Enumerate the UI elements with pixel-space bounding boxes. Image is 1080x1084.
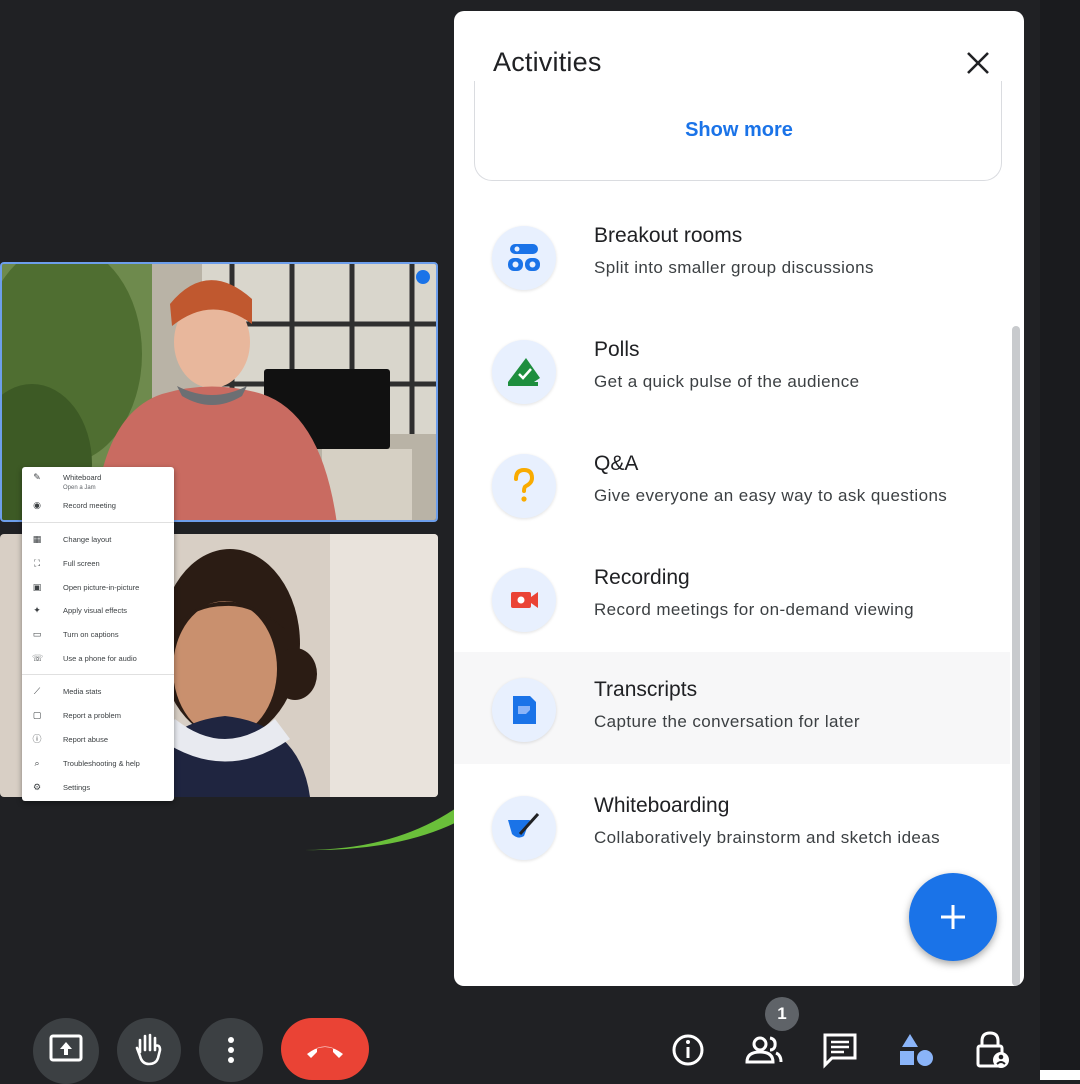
fullscreen-icon: ⛶ [33, 558, 41, 568]
panel-title: Activities [493, 47, 602, 77]
menu-item-report-abuse[interactable]: ⓘ Report abuse [22, 729, 174, 751]
menu-item-captions[interactable]: ▭ Turn on captions [22, 624, 174, 646]
panel-scrollbar[interactable] [1012, 326, 1020, 986]
speaking-indicator-icon [416, 270, 430, 284]
menu-item-label: Troubleshooting & help [63, 759, 140, 768]
menu-item-label: Report a problem [63, 711, 121, 720]
show-more-button[interactable]: Show more [475, 119, 1003, 142]
close-icon [967, 52, 989, 74]
activity-title: Transcripts [594, 678, 698, 701]
activity-recording[interactable]: Recording Record meetings for on-demand … [454, 550, 1010, 662]
gear-icon: ⚙ [32, 782, 42, 792]
activity-description: Give everyone an easy way to ask questio… [594, 486, 948, 505]
menu-item-label: Change layout [63, 535, 112, 544]
layout-icon: ▦ [32, 534, 42, 544]
activity-description: Get a quick pulse of the audience [594, 372, 860, 391]
activity-title: Recording [594, 566, 690, 589]
menu-item-label: Record meeting [63, 501, 116, 510]
transcript-icon [492, 678, 556, 742]
phone-icon: ☏ [32, 653, 44, 663]
whiteboard-icon [492, 796, 556, 860]
activity-title: Whiteboarding [594, 794, 730, 817]
recording-icon [492, 568, 556, 632]
close-button[interactable] [960, 45, 996, 81]
menu-item-visual-effects[interactable]: ✦ Apply visual effects [22, 600, 174, 622]
activity-breakout-rooms[interactable]: Breakout rooms Split into smaller group … [454, 208, 1010, 320]
people-button[interactable] [743, 1030, 785, 1070]
record-icon: ◉ [33, 500, 41, 510]
activity-title: Polls [594, 338, 640, 361]
help-icon: ⌕ [34, 758, 40, 768]
present-screen-icon [49, 1034, 83, 1062]
present-screen-button[interactable] [33, 1018, 99, 1084]
menu-item-label: Open picture-in-picture [63, 583, 140, 592]
more-options-button[interactable] [199, 1018, 263, 1082]
report-icon: ▢ [32, 710, 42, 720]
activity-title: Q&A [594, 452, 639, 475]
menu-item-label: Use a phone for audio [63, 654, 137, 663]
captions-icon: ▭ [32, 629, 42, 639]
plus-icon [941, 905, 965, 929]
alert-icon: ⓘ [32, 734, 42, 744]
menu-item-phone-audio[interactable]: ☏ Use a phone for audio [22, 648, 174, 670]
menu-item-label: Turn on captions [63, 630, 119, 639]
menu-item-label: Apply visual effects [63, 606, 128, 615]
show-more-card: Show more [474, 81, 1002, 181]
menu-item-record-meeting[interactable]: ◉ Record meeting [22, 495, 174, 517]
activity-qa[interactable]: Q&A Give everyone an easy way to ask que… [454, 436, 1010, 548]
activities-button[interactable] [896, 1030, 936, 1070]
chat-icon [823, 1033, 857, 1069]
activity-polls[interactable]: Polls Get a quick pulse of the audience [454, 322, 1010, 434]
menu-item-sublabel: Open a Jam [63, 485, 96, 491]
lock-person-icon [976, 1031, 1009, 1068]
menu-divider [22, 674, 174, 675]
chart-icon: ⟋ [33, 686, 41, 696]
meeting-details-button[interactable] [668, 1030, 708, 1070]
add-activity-button[interactable] [909, 873, 997, 961]
menu-item-troubleshooting[interactable]: ⌕ Troubleshooting & help [22, 753, 174, 775]
host-controls-button[interactable] [972, 1030, 1012, 1070]
hang-up-icon [307, 1046, 343, 1058]
menu-item-change-layout[interactable]: ▦ Change layout [22, 529, 174, 551]
menu-item-label: Whiteboard [63, 473, 102, 482]
menu-item-settings[interactable]: ⚙ Settings [22, 777, 174, 799]
sparkle-icon: ✦ [33, 605, 41, 615]
menu-item-label: Media stats [63, 687, 102, 696]
activity-description: Collaboratively brainstorm and sketch id… [594, 828, 941, 847]
people-icon [745, 1036, 783, 1064]
activity-whiteboarding[interactable]: Whiteboarding Collaboratively brainstorm… [454, 778, 1010, 890]
menu-item-report-problem[interactable]: ▢ Report a problem [22, 705, 174, 727]
people-count-badge: 1 [765, 997, 799, 1031]
menu-item-label: Settings [63, 783, 91, 792]
activities-shapes-icon [900, 1034, 933, 1066]
activity-description: Capture the conversation for later [594, 712, 860, 731]
activity-title: Breakout rooms [594, 224, 743, 247]
pencil-icon: ✎ [33, 472, 41, 482]
activity-description: Split into smaller group discussions [594, 258, 874, 277]
menu-item-picture-in-picture[interactable]: ▣ Open picture-in-picture [22, 577, 174, 599]
menu-item-label: Full screen [63, 559, 100, 568]
info-icon [672, 1034, 704, 1066]
breakout-icon [492, 226, 556, 290]
activities-panel: Activities Show more Breakout rooms Spli… [454, 11, 1024, 986]
pip-icon: ▣ [32, 582, 42, 592]
window-edge [1040, 0, 1080, 1080]
menu-item-label: Report abuse [63, 735, 109, 744]
more-options-menu: ✎ Whiteboard Open a Jam ◉ Record meeting… [22, 467, 174, 801]
chat-button[interactable] [820, 1030, 860, 1070]
menu-divider [22, 522, 174, 523]
question-icon [492, 454, 556, 518]
raise-hand-icon [135, 1033, 162, 1066]
activity-description: Record meetings for on-demand viewing [594, 600, 915, 619]
raise-hand-button[interactable] [117, 1018, 181, 1082]
poll-icon [492, 340, 556, 404]
more-vert-icon [228, 1037, 234, 1063]
leave-call-button[interactable] [281, 1018, 369, 1080]
activity-transcripts[interactable]: Transcripts Capture the conversation for… [454, 652, 1010, 764]
menu-item-full-screen[interactable]: ⛶ Full screen [22, 553, 174, 575]
menu-item-media-stats[interactable]: ⟋ Media stats [22, 681, 174, 703]
